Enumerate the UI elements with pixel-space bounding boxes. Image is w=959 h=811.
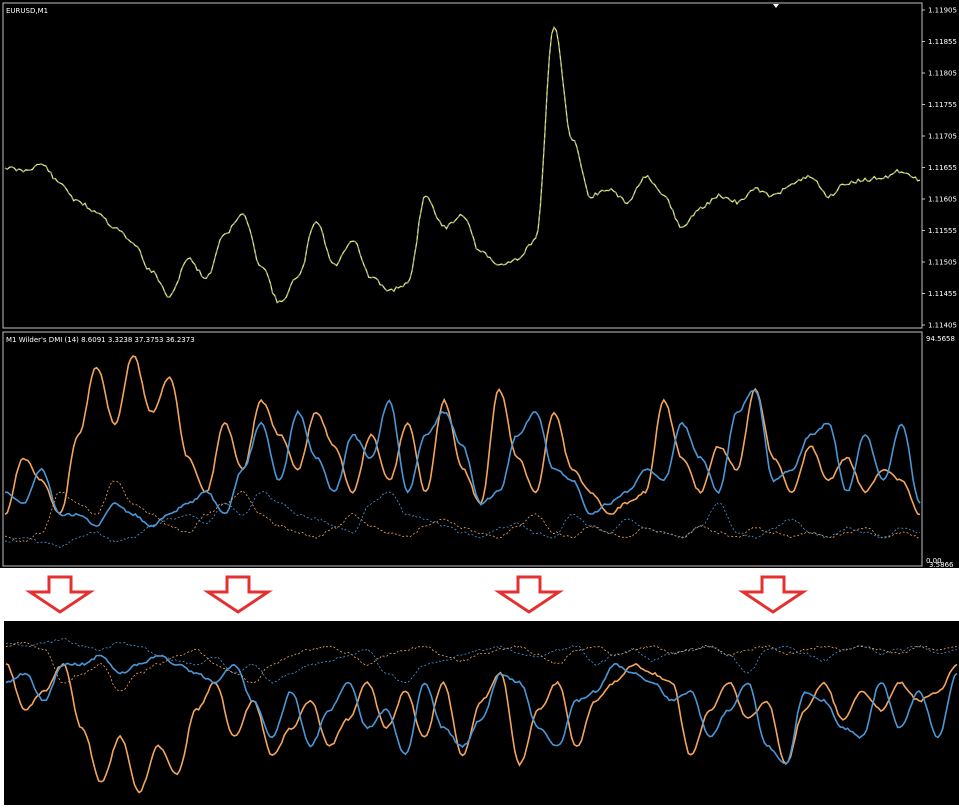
chart-canvas: EURUSD,M1 1.11905 1.11855 1.11805 1.11755 1.… (0, 0, 959, 805)
price-tick-label: 1.11705 (928, 133, 957, 141)
price-tick-label: 1.11655 (928, 164, 957, 172)
indicator-label: M1 Wilder's DMI (14) 8.6091 3.3238 37.37… (6, 336, 195, 344)
price-symbol-label: EURUSD,M1 (6, 7, 48, 15)
price-tick-label: 1.11805 (928, 70, 957, 78)
indicator-y-top: 94.5658 (926, 335, 955, 343)
price-tick-label: 1.11905 (928, 7, 957, 15)
price-panel (0, 0, 959, 331)
price-tick-label: 1.11605 (928, 196, 957, 204)
indicator-y-bottom-overlap: 3.5866 (929, 561, 954, 569)
price-tick-label: 1.11555 (928, 227, 957, 235)
price-tick-label: 1.11755 (928, 101, 957, 109)
price-tick-label: 1.11855 (928, 38, 957, 46)
chart-screenshot: EURUSD,M1 1.11905 1.11855 1.11805 1.11755 1.… (0, 0, 959, 807)
price-tick-label: 1.11405 (928, 322, 957, 330)
arrow-band (0, 568, 959, 621)
price-tick-label: 1.11505 (928, 259, 957, 267)
price-tick-label: 1.11455 (928, 290, 957, 298)
